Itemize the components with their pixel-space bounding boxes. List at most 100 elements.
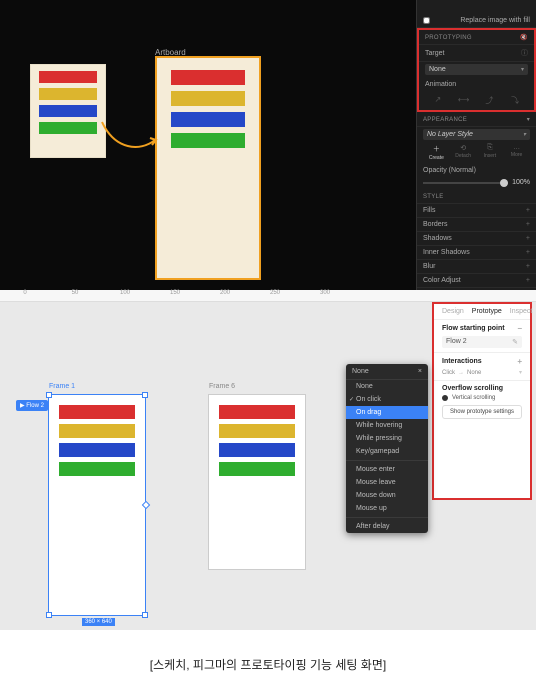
anim-dn-button[interactable]: ⤵: [502, 93, 528, 108]
replace-label: Replace image with fill: [460, 17, 530, 24]
green-bar: [219, 462, 295, 476]
prototyping-header: PROTOTYPING 🔇: [419, 30, 534, 45]
frame-1-label[interactable]: Frame 1: [49, 383, 75, 390]
flow-badge[interactable]: ▶ Flow 2: [16, 400, 48, 411]
anim-none-button[interactable]: ↗: [425, 93, 451, 108]
ruler-tick: 150: [150, 290, 200, 301]
frame-6-label[interactable]: Frame 6: [209, 383, 235, 390]
popup-header: None ×: [346, 364, 428, 380]
resize-handle[interactable]: [142, 612, 148, 618]
appearance-header: APPEARANCE ▾: [417, 112, 536, 127]
trigger-option-on-drag[interactable]: On drag: [346, 406, 428, 419]
show-prototype-settings-button[interactable]: Show prototype settings: [442, 405, 522, 419]
trigger-option-after-delay[interactable]: After delay: [346, 520, 428, 533]
tab-prototype[interactable]: Prototype: [472, 308, 502, 315]
anim-slide-button[interactable]: ⟷: [451, 93, 477, 108]
plus-icon[interactable]: +: [517, 357, 522, 366]
interactions-section: Interactions + Click → None ▾: [434, 353, 530, 381]
tab-inspect[interactable]: Inspect: [510, 308, 533, 315]
chevron-down-icon[interactable]: ▾: [527, 116, 530, 123]
opacity-slider-row: 100%: [417, 177, 536, 190]
interaction-row[interactable]: Click → None ▾: [442, 369, 522, 376]
ruler-tick: 100: [100, 290, 150, 301]
close-icon[interactable]: ×: [418, 368, 422, 375]
blue-bar: [171, 112, 245, 127]
red-bar: [39, 71, 97, 83]
frame-6[interactable]: Frame 6: [208, 394, 306, 570]
arrow-icon: →: [458, 370, 464, 376]
flow-title: Flow starting point: [442, 325, 505, 332]
trigger-option-mouse-leave[interactable]: Mouse leave: [346, 476, 428, 489]
trigger-option-on-click[interactable]: On click: [346, 393, 428, 406]
trigger-option-none[interactable]: None: [346, 380, 428, 393]
target-dropdown[interactable]: None: [425, 64, 528, 75]
ruler-tick: 0: [0, 290, 50, 301]
target-artboard[interactable]: [155, 56, 261, 280]
style-section-color-adjust[interactable]: Color Adjust+: [417, 274, 536, 288]
trigger-option-key-gamepad[interactable]: Key/gamepad: [346, 445, 428, 458]
source-artboard[interactable]: [30, 64, 106, 158]
style-section-inner-shadows[interactable]: Inner Shadows+: [417, 246, 536, 260]
plus-icon[interactable]: +: [526, 277, 530, 284]
minus-icon[interactable]: −: [517, 324, 522, 333]
replace-image-checkbox[interactable]: Replace image with fill: [417, 14, 536, 28]
target-label-row: Target ⓘ: [419, 45, 534, 62]
more-button[interactable]: …More: [503, 144, 530, 161]
layer-style-dropdown[interactable]: No Layer Style: [423, 129, 530, 140]
trigger-option-while-hovering[interactable]: While hovering: [346, 419, 428, 432]
ruler-tick: 50: [50, 290, 100, 301]
edit-icon[interactable]: ✎: [512, 338, 518, 346]
red-bar: [219, 405, 295, 419]
plus-icon[interactable]: +: [526, 207, 530, 214]
green-bar: [171, 133, 245, 148]
animation-label: Animation: [419, 77, 534, 91]
overflow-title: Overflow scrolling: [442, 385, 503, 392]
style-header: STYLE: [417, 190, 536, 204]
sketch-canvas[interactable]: Artboard: [0, 0, 416, 290]
resize-handle[interactable]: [46, 392, 52, 398]
sound-icon[interactable]: 🔇: [520, 34, 528, 41]
info-icon[interactable]: ⓘ: [521, 48, 528, 58]
flow-section: Flow starting point − Flow 2 ✎: [434, 320, 530, 353]
plus-icon[interactable]: +: [526, 221, 530, 228]
create-button[interactable]: ＋Create: [423, 144, 450, 161]
trigger-option-while-pressing[interactable]: While pressing: [346, 432, 428, 445]
blue-bar: [39, 105, 97, 117]
overflow-value[interactable]: Vertical scrolling: [442, 395, 522, 401]
tab-design[interactable]: Design: [442, 308, 464, 315]
anim-up-button[interactable]: ⤴: [477, 93, 503, 108]
yellow-bar: [219, 424, 295, 438]
style-section-borders[interactable]: Borders+: [417, 218, 536, 232]
detach-button[interactable]: ⟲Detach: [450, 144, 477, 161]
style-section-blur[interactable]: Blur+: [417, 260, 536, 274]
prototype-arrow-icon: [100, 120, 160, 160]
red-bar: [59, 405, 135, 419]
green-bar: [59, 462, 135, 476]
horizontal-ruler: 050100150200250300: [0, 290, 536, 302]
red-bar: [171, 70, 245, 85]
opacity-label: Opacity (Normal): [417, 163, 536, 177]
frame-1[interactable]: Frame 1: [48, 394, 146, 616]
plus-icon[interactable]: +: [526, 249, 530, 256]
chevron-down-icon[interactable]: ▾: [519, 369, 522, 376]
style-section-fills[interactable]: Fills+: [417, 204, 536, 218]
plus-icon[interactable]: +: [526, 235, 530, 242]
insert-button[interactable]: ⎘Insert: [477, 144, 504, 161]
trigger-option-mouse-up[interactable]: Mouse up: [346, 502, 428, 515]
flow-name-input[interactable]: Flow 2 ✎: [442, 336, 522, 348]
green-bar: [39, 122, 97, 134]
top-spacer: [417, 0, 536, 14]
trigger-option-mouse-enter[interactable]: Mouse enter: [346, 463, 428, 476]
plus-icon[interactable]: +: [526, 263, 530, 270]
opacity-slider[interactable]: [423, 182, 508, 184]
ruler-tick: 200: [200, 290, 250, 301]
trigger-option-mouse-down[interactable]: Mouse down: [346, 489, 428, 502]
resize-handle[interactable]: [142, 501, 150, 509]
resize-handle[interactable]: [46, 612, 52, 618]
style-section-shadows[interactable]: Shadows+: [417, 232, 536, 246]
resize-handle[interactable]: [142, 392, 148, 398]
yellow-bar: [171, 91, 245, 106]
prototyping-section-highlight: PROTOTYPING 🔇 Target ⓘ None Animation ↗ …: [417, 28, 536, 112]
checkbox-icon[interactable]: [423, 17, 430, 24]
figma-canvas[interactable]: ▶ Flow 2 Frame 1 360 × 640 Frame 6: [0, 302, 536, 630]
